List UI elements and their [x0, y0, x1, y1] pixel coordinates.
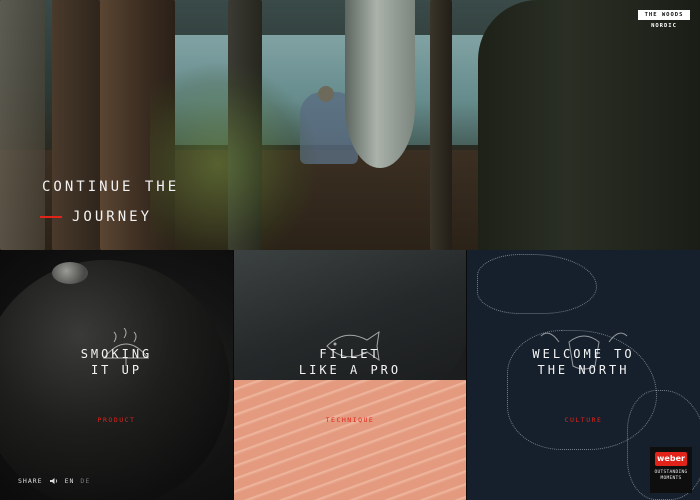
- grill-knob: [52, 262, 88, 284]
- walking-person-legs: [478, 0, 700, 250]
- weber-logo[interactable]: weber OUTSTANDING MOMENTS: [650, 447, 692, 493]
- tree-trunk: [430, 0, 452, 250]
- cta-line-2: JOURNEY: [72, 209, 153, 225]
- cta-line-1: CONTINUE THE: [42, 179, 180, 195]
- seated-person-head: [318, 86, 334, 102]
- speaker-icon[interactable]: [49, 477, 59, 485]
- weber-badge: weber: [655, 452, 687, 466]
- tile-category: PRODUCT: [97, 416, 136, 424]
- tile-fillet[interactable]: FILLET LIKE A PRO TECHNIQUE: [233, 250, 467, 500]
- tile-title-line-2: IT UP: [90, 363, 143, 377]
- lang-de-button[interactable]: DE: [80, 477, 90, 485]
- tile-title-line-2: LIKE A PRO: [298, 363, 402, 377]
- hero-section: THE WOODS NORDIC CONTINUE THE JOURNEY: [0, 0, 700, 250]
- share-button[interactable]: SHARE: [18, 477, 43, 485]
- lang-en-button[interactable]: EN: [65, 477, 75, 485]
- logo-subtitle: NORDIC: [651, 23, 677, 29]
- tile-title: FILLET LIKE A PRO: [233, 346, 467, 378]
- tile-title: SMOKING IT UP: [0, 346, 233, 378]
- tile-category: CULTURE: [564, 416, 603, 424]
- hanging-fish: [345, 0, 415, 168]
- map-coastline: [477, 254, 597, 314]
- salmon-fillet: [233, 380, 467, 500]
- weber-tagline: OUTSTANDING MOMENTS: [650, 470, 692, 482]
- tile-title: WELCOME TO THE NORTH: [467, 346, 700, 378]
- the-woods-logo[interactable]: THE WOODS NORDIC: [638, 10, 690, 29]
- tile-category: TECHNIQUE: [325, 416, 375, 424]
- tile-title-line-1: WELCOME TO: [532, 347, 635, 361]
- continue-journey-button[interactable]: CONTINUE THE JOURNEY: [40, 172, 180, 232]
- tile-divider: [466, 250, 467, 500]
- tree-trunk: [0, 0, 45, 250]
- tile-title-line-2: THE NORTH: [537, 363, 630, 377]
- tile-divider: [233, 250, 234, 500]
- footer-controls: SHARE EN DE: [18, 477, 90, 485]
- weber-tagline-line-2: MOMENTS: [660, 476, 682, 481]
- tile-title-line-1: FILLET: [319, 347, 381, 361]
- logo-title: THE WOODS: [638, 10, 690, 20]
- tile-title-line-1: SMOKING: [80, 347, 153, 361]
- grill-lid: [0, 260, 230, 500]
- tile-smoking[interactable]: SMOKING IT UP PRODUCT: [0, 250, 233, 500]
- red-dash-icon: [40, 216, 62, 218]
